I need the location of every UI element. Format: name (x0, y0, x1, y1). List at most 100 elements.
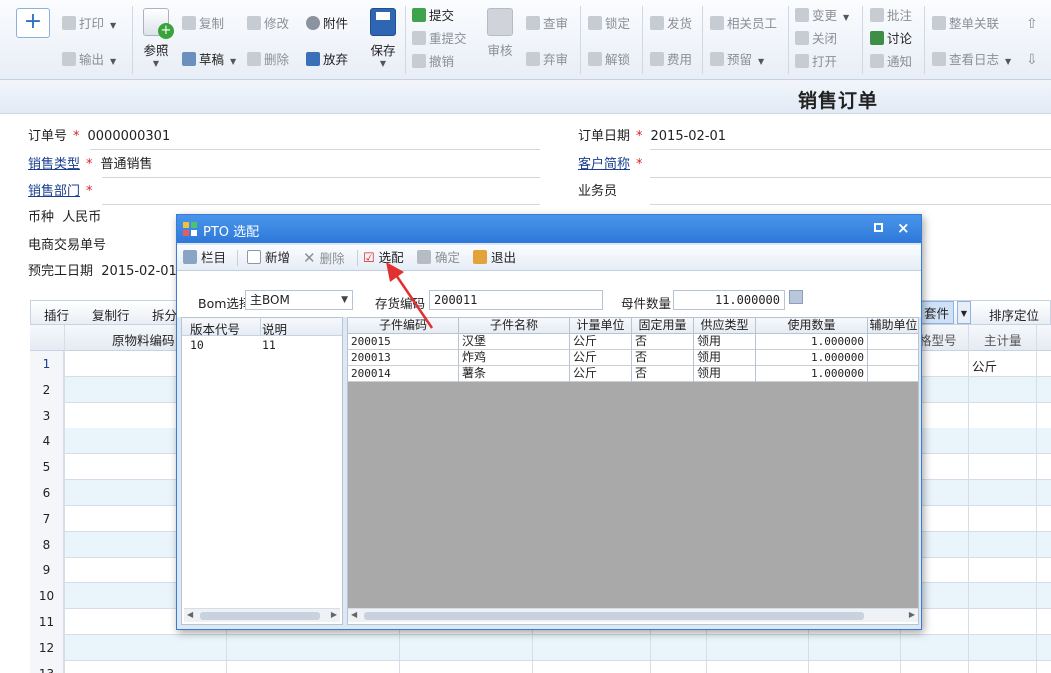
finish-date-field[interactable]: 预完工日期 2015-02-01 (28, 261, 178, 285)
col-unit[interactable]: 计量单位 (570, 318, 632, 334)
copy-button[interactable]: 复制 (182, 14, 224, 34)
table-cell[interactable]: 领用 (694, 350, 756, 366)
horizontal-scrollbar[interactable]: ◀ ▶ (348, 608, 918, 622)
draft-button[interactable]: 草稿 ▼ (182, 50, 236, 70)
stock-code-input[interactable]: 200011 (429, 290, 603, 310)
col-description[interactable]: 说明 (262, 319, 287, 338)
table-row[interactable]: 13 (30, 660, 1051, 673)
sales-type-field[interactable]: 销售类型 * 普通销售 (28, 154, 540, 178)
discard-review-button[interactable]: 弃审 (526, 50, 568, 70)
ecommerce-no-field[interactable]: 电商交易单号 (28, 235, 178, 259)
attach-button[interactable]: 附件 (306, 14, 348, 34)
sort-locate-button[interactable]: 排序定位 (989, 305, 1039, 324)
table-cell[interactable] (868, 366, 918, 382)
audit-button[interactable]: 审核 (484, 8, 516, 59)
table-cell[interactable]: 公斤 (570, 350, 632, 366)
resubmit-button[interactable]: 重提交 (412, 29, 467, 49)
table-cell[interactable]: 薯条 (459, 366, 570, 382)
scrollbar-thumb[interactable] (364, 612, 864, 620)
kit-button[interactable]: 套件 (919, 301, 955, 324)
discuss-button[interactable]: 讨论 (870, 29, 912, 49)
col-main-unit[interactable]: 主计量 (984, 330, 1022, 349)
col-component-name[interactable]: 子件名称 (459, 318, 570, 334)
component-row[interactable]: 200014 薯条 公斤否领用 1.000000 (348, 366, 918, 382)
col-aux-unit[interactable]: 辅助单位 (868, 318, 918, 334)
dialog-delete-button[interactable]: ✕ 删除 (303, 249, 345, 267)
table-cell[interactable]: 200015 (348, 334, 459, 350)
col-spec-model[interactable]: 格型号 (919, 330, 957, 349)
unlock-button[interactable]: 解锁 (588, 50, 630, 70)
insert-row-button[interactable]: 插行 (44, 305, 69, 324)
horizontal-scrollbar[interactable]: ◀ ▶ (184, 608, 340, 622)
order-no-field[interactable]: 订单号 * 0000000301 (28, 126, 540, 150)
split-row-button[interactable]: 拆分 (152, 305, 177, 324)
columns-button[interactable]: 栏目 (183, 249, 226, 267)
exit-button[interactable]: 退出 (473, 249, 516, 267)
review-button[interactable]: 查审 (526, 14, 568, 34)
table-cell[interactable]: 否 (632, 334, 694, 350)
output-button[interactable]: 输出 ▼ (62, 50, 116, 70)
table-cell[interactable] (868, 350, 918, 366)
print-button[interactable]: 打印 ▼ (62, 14, 116, 34)
currency-field[interactable]: 币种 人民币 (28, 207, 178, 231)
table-cell[interactable]: 领用 (694, 334, 756, 350)
table-cell[interactable] (868, 334, 918, 350)
table-cell[interactable]: 否 (632, 350, 694, 366)
calculator-icon[interactable] (789, 290, 803, 304)
add-button[interactable]: + (16, 8, 50, 38)
change-button[interactable]: 变更 ▼ (795, 6, 849, 26)
modify-button[interactable]: 修改 (247, 14, 289, 34)
notify-button[interactable]: 通知 (870, 52, 912, 72)
bom-select[interactable]: 主BOM ▼ (245, 290, 353, 310)
sales-dept-field[interactable]: 销售部门 * (28, 181, 540, 205)
reserve-button[interactable]: 预留 ▼ (710, 50, 764, 70)
reference-button[interactable]: + 参照 ▼ (141, 8, 174, 68)
table-cell[interactable]: 领用 (694, 366, 756, 382)
move-up-button[interactable]: ⇧ (1026, 14, 1038, 34)
table-cell[interactable]: 公斤 (570, 366, 632, 382)
table-cell[interactable]: 1.000000 (756, 350, 868, 366)
scroll-right-icon[interactable]: ▶ (909, 610, 915, 619)
copy-row-button[interactable]: 复制行 (92, 305, 130, 324)
cost-button[interactable]: 费用 (650, 50, 692, 70)
col-use-qty[interactable]: 使用数量 (756, 318, 868, 334)
col-material-code[interactable]: 原物料编码 (112, 330, 175, 349)
salesman-field[interactable]: 业务员 (578, 181, 1051, 205)
related-staff-button[interactable]: 相关员工 (710, 14, 777, 34)
view-log-button[interactable]: 查看日志 ▼ (932, 50, 1011, 70)
table-cell[interactable]: 否 (632, 366, 694, 382)
submit-button[interactable]: 提交 (412, 6, 454, 26)
col-version-code[interactable]: 版本代号 (190, 319, 240, 338)
ship-button[interactable]: 发货 (650, 14, 692, 34)
table-cell[interactable]: 公斤 (570, 334, 632, 350)
table-cell[interactable]: 1.000000 (756, 366, 868, 382)
row1-unit-cell[interactable]: 公斤 (972, 356, 997, 375)
whole-link-button[interactable]: 整单关联 (932, 14, 999, 34)
table-cell[interactable]: 汉堡 (459, 334, 570, 350)
component-row[interactable]: 200015 汉堡 公斤否领用 1.000000 (348, 334, 918, 350)
table-cell[interactable]: 1.000000 (756, 334, 868, 350)
lock-button[interactable]: 锁定 (588, 14, 630, 34)
annotate-button[interactable]: 批注 (870, 6, 912, 26)
kit-dropdown-button[interactable]: ▼ (957, 301, 971, 324)
withdraw-button[interactable]: 撤销 (412, 52, 454, 72)
col-fixed-qty[interactable]: 固定用量 (632, 318, 694, 334)
component-row[interactable]: 200013 炸鸡 公斤否领用 1.000000 (348, 350, 918, 366)
move-down-button[interactable]: ⇩ (1026, 50, 1038, 70)
table-cell[interactable]: 200013 (348, 350, 459, 366)
new-button[interactable]: 新增 (247, 249, 290, 267)
table-row[interactable]: 12 (30, 634, 1051, 661)
scroll-right-icon[interactable]: ▶ (331, 610, 337, 619)
save-button[interactable]: 保存 ▼ (366, 8, 400, 68)
table-cell[interactable]: 炸鸡 (459, 350, 570, 366)
delete-button[interactable]: 删除 (247, 50, 289, 70)
close-order-button[interactable]: 关闭 (795, 29, 837, 49)
customer-field[interactable]: 客户简称 * (578, 154, 1051, 178)
scroll-left-icon[interactable]: ◀ (187, 610, 193, 619)
table-cell[interactable]: 200014 (348, 366, 459, 382)
scroll-left-icon[interactable]: ◀ (351, 610, 357, 619)
scrollbar-thumb[interactable] (200, 612, 320, 620)
abandon-button[interactable]: 放弃 (306, 50, 348, 70)
version-row[interactable]: 10 11 (182, 338, 342, 354)
maximize-icon[interactable] (874, 223, 883, 232)
